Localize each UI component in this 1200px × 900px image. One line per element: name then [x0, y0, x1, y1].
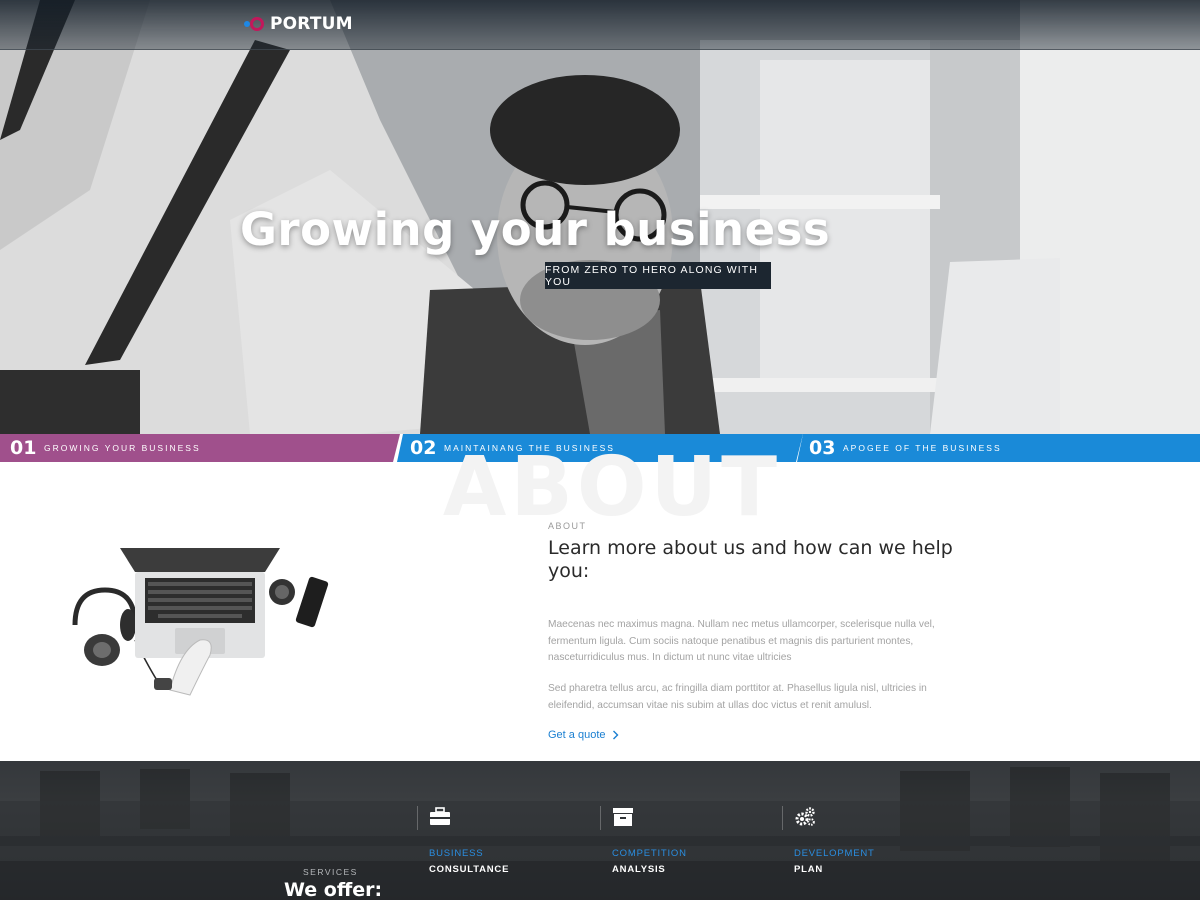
briefcase-icon [430, 807, 450, 825]
hero-section: PORTUM Growing your business FROM ZERO T… [0, 0, 1200, 434]
divider [600, 806, 601, 830]
gears-icon [795, 807, 815, 826]
service-label: DEVELOPMENT [794, 848, 875, 859]
get-quote-link[interactable]: Get a quote [548, 729, 619, 741]
archive-box-icon [613, 808, 633, 826]
divider [417, 806, 418, 830]
service-sublabel: CONSULTANCE [429, 864, 510, 875]
divider [782, 806, 783, 830]
service-item-competition[interactable]: COMPETITION ANALYSIS [600, 806, 772, 886]
chevron-right-icon [612, 730, 618, 740]
service-sublabel: ANALYSIS [612, 864, 666, 875]
service-label: BUSINESS [429, 848, 484, 859]
service-item-development[interactable]: DEVELOPMENT PLAN [782, 806, 954, 886]
service-item-business[interactable]: BUSINESS CONSULTANCE [417, 806, 589, 886]
services-background-photo [0, 761, 1200, 900]
step-number: 03 [809, 437, 836, 459]
get-quote-label: Get a quote [548, 729, 606, 741]
step-item-1[interactable]: 01 GROWING YOUR BUSINESS [0, 434, 400, 462]
service-sublabel: PLAN [794, 864, 824, 875]
about-eyebrow: ABOUT [548, 521, 587, 531]
step-item-3[interactable]: 03 APOGEE OF THE BUSINESS [797, 434, 1200, 462]
about-paragraph-1: Maecenas nec maximus magna. Nullam nec m… [548, 619, 935, 663]
brand-logo[interactable]: PORTUM [244, 14, 353, 34]
brand-name: PORTUM [270, 14, 353, 34]
step-number: 01 [10, 437, 37, 459]
services-title: We offer: [284, 879, 383, 900]
service-label: COMPETITION [612, 848, 687, 859]
about-paragraph-2: Sed pharetra tellus arcu, ac fringilla d… [548, 683, 927, 711]
about-heading: Learn more about us and how can we help … [548, 537, 953, 582]
services-eyebrow: SERVICES [303, 867, 358, 877]
step-label: APOGEE OF THE BUSINESS [843, 443, 1002, 453]
step-label: GROWING YOUR BUSINESS [44, 443, 201, 453]
hero-tagline: FROM ZERO TO HERO ALONG WITH YOU [545, 262, 771, 289]
top-navbar: PORTUM [0, 0, 1200, 50]
services-section: SERVICES We offer: BUSINESS CONSULTANCE … [0, 761, 1200, 900]
about-watermark: ABOUT [442, 440, 782, 535]
hero-title: Growing your business [240, 203, 831, 256]
laptop-headphones-illustration [72, 548, 329, 696]
logo-mark-icon [244, 15, 264, 33]
